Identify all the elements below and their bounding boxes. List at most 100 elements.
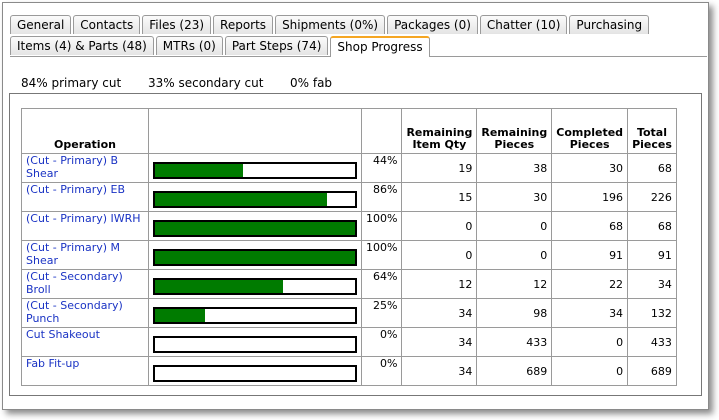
percent-cell: 25%: [360, 298, 403, 328]
tab-shipments[interactable]: Shipments (0%): [275, 15, 386, 34]
summary-fab: 0% fab: [290, 76, 333, 90]
total-pieces-cell: 91: [627, 240, 677, 270]
progress-bar-cell: [148, 211, 362, 241]
header-remaining-pieces: Remaining Pieces: [476, 108, 553, 154]
table-row: Fab Fit-up 0% 34 689 0 689: [21, 356, 677, 386]
tab-general[interactable]: General: [10, 15, 72, 34]
table-row: (Cut - Secondary) Broll 64% 12 12 22 34: [21, 269, 677, 299]
operation-cell: (Cut - Primary) EB: [21, 182, 149, 212]
tab-files[interactable]: Files (23): [142, 15, 212, 34]
total-pieces-cell: 68: [627, 211, 677, 241]
progress-bar-fill: [155, 164, 243, 177]
total-pieces-cell: 132: [627, 298, 677, 328]
operation-cell: (Cut - Secondary) Punch: [21, 298, 149, 328]
operation-link[interactable]: (Cut - Secondary) Punch: [26, 299, 123, 325]
total-pieces-cell: 226: [627, 182, 677, 212]
progress-bar: [153, 162, 357, 179]
header-remaining-item-qty: Remaining Item Qty: [401, 108, 478, 154]
progress-bar-cell: [148, 240, 362, 270]
table-row: (Cut - Primary) IWRH 100% 0 0 68 68: [21, 211, 677, 241]
progress-bar-cell: [148, 153, 362, 183]
tab-part-steps[interactable]: Part Steps (74): [224, 36, 329, 55]
progress-bar-cell: [148, 356, 362, 386]
tab-reports[interactable]: Reports: [213, 15, 274, 34]
percent-cell: 0%: [360, 327, 403, 357]
tab-chatter[interactable]: Chatter (10): [479, 15, 568, 34]
header-progress-bar: [148, 108, 362, 154]
remaining-pieces-cell: 12: [476, 269, 553, 299]
tab-shop-progress[interactable]: Shop Progress: [330, 36, 430, 57]
completed-pieces-cell: 0: [551, 327, 629, 357]
operation-link[interactable]: (Cut - Primary) B Shear: [26, 154, 118, 180]
progress-bar: [153, 336, 357, 353]
completed-pieces-cell: 68: [551, 211, 629, 241]
total-pieces-cell: 68: [627, 153, 677, 183]
operation-cell: Fab Fit-up: [21, 356, 149, 386]
table-row: (Cut - Primary) M Shear 100% 0 0 91 91: [21, 240, 677, 270]
tab-mtrs[interactable]: MTRs (0): [155, 36, 223, 55]
remaining-pieces-cell: 98: [476, 298, 553, 328]
remaining-qty-cell: 0: [401, 240, 478, 270]
table-header-row: Operation Remaining Item Qty Remaining P…: [21, 108, 677, 154]
progress-bar-fill: [155, 193, 327, 206]
progress-bar: [153, 191, 357, 208]
progress-bar: [153, 307, 357, 324]
table-row: (Cut - Secondary) Punch 25% 34 98 34 132: [21, 298, 677, 328]
table-row: (Cut - Primary) EB 86% 15 30 196 226: [21, 182, 677, 212]
percent-cell: 100%: [360, 211, 403, 241]
tab-packages[interactable]: Packages (0): [387, 15, 478, 34]
progress-bar-fill: [155, 280, 283, 293]
total-pieces-cell: 689: [627, 356, 677, 386]
operation-cell: (Cut - Secondary) Broll: [21, 269, 149, 299]
remaining-pieces-cell: 689: [476, 356, 553, 386]
header-total-pieces: Total Pieces: [627, 108, 677, 154]
remaining-qty-cell: 19: [401, 153, 478, 183]
operation-cell: (Cut - Primary) IWRH: [21, 211, 149, 241]
remaining-pieces-cell: 30: [476, 182, 553, 212]
tab-row-2: Items (4) & Parts (48) MTRs (0) Part Ste…: [10, 36, 430, 57]
header-completed-pieces: Completed Pieces: [551, 108, 629, 154]
remaining-qty-cell: 34: [401, 327, 478, 357]
progress-bar-fill: [155, 309, 205, 322]
operation-link[interactable]: (Cut - Primary) M Shear: [26, 241, 120, 267]
progress-bar-cell: [148, 298, 362, 328]
operation-link[interactable]: Cut Shakeout: [26, 328, 100, 341]
progress-bar-cell: [148, 182, 362, 212]
total-pieces-cell: 34: [627, 269, 677, 299]
shop-progress-table: Operation Remaining Item Qty Remaining P…: [21, 108, 677, 386]
completed-pieces-cell: 22: [551, 269, 629, 299]
progress-bar: [153, 249, 357, 266]
percent-cell: 100%: [360, 240, 403, 270]
remaining-pieces-cell: 0: [476, 240, 553, 270]
table-body: (Cut - Primary) B Shear 44% 19 38 30 68 …: [21, 153, 677, 386]
summary-primary-cut: 84% primary cut: [21, 76, 122, 90]
remaining-qty-cell: 34: [401, 356, 478, 386]
progress-bar: [153, 365, 357, 382]
tab-items-parts[interactable]: Items (4) & Parts (48): [10, 36, 154, 55]
operation-link[interactable]: (Cut - Primary) EB: [26, 183, 125, 196]
header-operation: Operation: [21, 108, 149, 154]
progress-bar: [153, 220, 357, 237]
progress-bar-fill: [155, 222, 355, 235]
percent-cell: 44%: [360, 153, 403, 183]
completed-pieces-cell: 0: [551, 356, 629, 386]
percent-cell: 64%: [360, 269, 403, 299]
operation-cell: Cut Shakeout: [21, 327, 149, 357]
progress-summary: 84% primary cut 33% secondary cut 0% fab: [21, 76, 332, 90]
completed-pieces-cell: 91: [551, 240, 629, 270]
progress-bar-cell: [148, 327, 362, 357]
tab-row-1: General Contacts Files (23) Reports Ship…: [10, 15, 650, 35]
table-row: Cut Shakeout 0% 34 433 0 433: [21, 327, 677, 357]
operation-link[interactable]: (Cut - Secondary) Broll: [26, 270, 123, 296]
percent-cell: 0%: [360, 356, 403, 386]
remaining-qty-cell: 34: [401, 298, 478, 328]
operation-link[interactable]: (Cut - Primary) IWRH: [26, 212, 141, 225]
tab-contacts[interactable]: Contacts: [73, 15, 141, 34]
tab-purchasing[interactable]: Purchasing: [569, 15, 650, 34]
remaining-qty-cell: 0: [401, 211, 478, 241]
remaining-pieces-cell: 38: [476, 153, 553, 183]
remaining-pieces-cell: 0: [476, 211, 553, 241]
completed-pieces-cell: 30: [551, 153, 629, 183]
operation-link[interactable]: Fab Fit-up: [26, 357, 79, 370]
percent-cell: 86%: [360, 182, 403, 212]
